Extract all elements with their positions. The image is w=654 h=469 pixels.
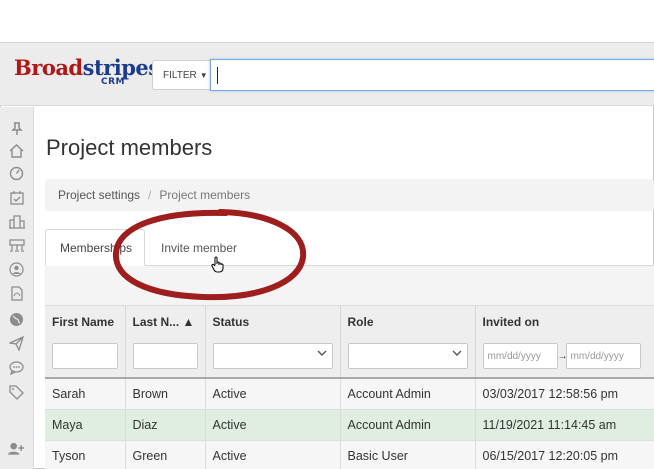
chat-icon[interactable] [8,359,25,376]
cell-last-name: Brown [125,378,206,410]
search-input[interactable] [210,59,654,91]
cell-last-name: Green [125,440,206,469]
home-icon[interactable] [8,142,25,159]
column-first-name[interactable]: First Name [45,306,126,379]
pin-icon[interactable] [8,120,25,137]
text-cursor [217,67,218,84]
dashboard-icon[interactable] [8,165,25,182]
hand-cursor-icon [211,256,225,277]
contacts-icon[interactable] [8,261,25,278]
column-last-name[interactable]: Last N... ▲ [125,306,206,379]
sidebar [0,107,34,469]
arrow-right-icon: → [557,350,568,362]
app-header: Broadstripes CRM FILTER ▼ [0,43,654,106]
first-name-filter-input[interactable] [52,343,118,369]
cell-invited-on: 11/19/2021 11:14:45 am [475,409,654,441]
top-band [0,0,654,43]
filter-button[interactable]: FILTER ▼ [152,60,210,90]
send-icon[interactable] [8,335,25,352]
tab-memberships[interactable]: Memberships [45,229,145,266]
brand-logo[interactable]: Broadstripes CRM [14,55,160,95]
cell-last-name: Diaz [125,409,206,441]
tab-invite-member[interactable]: Invite member [147,229,251,266]
table-row[interactable]: Sarah Brown Active Account Admin 03/03/2… [45,378,654,410]
cell-first-name: Sarah [45,378,126,410]
column-role[interactable]: Role [340,306,476,379]
column-status[interactable]: Status [205,306,341,379]
column-label: Role [347,315,374,329]
cell-status: Active [205,378,341,410]
caret-down-icon: ▼ [199,70,208,80]
breadcrumb-separator: / [148,188,152,202]
logo-text-a: Broad [14,55,83,80]
members-table: First Name Last N... ▲ Status Role Invit… [45,306,654,469]
last-name-filter-input[interactable] [132,343,198,369]
page-title: Project members [46,135,213,160]
column-invited-on[interactable]: Invited on mm/dd/yyyy → mm/dd/yyyy [475,306,654,379]
logo-sub: CRM [101,77,125,87]
table-row[interactable]: Tyson Green Active Basic User 06/15/2017… [45,440,654,469]
cell-first-name: Tyson [45,440,126,469]
cell-status: Active [205,440,341,469]
pdf-icon[interactable] [8,285,25,302]
members-table-panel: First Name Last N... ▲ Status Role Invit… [45,266,654,469]
buildings-icon[interactable] [8,213,25,230]
filter-label: FILTER [163,69,197,81]
role-filter-select[interactable] [347,343,468,369]
tag-icon[interactable] [8,384,25,401]
invited-from-date-input[interactable]: mm/dd/yyyy [482,343,558,369]
chevron-down-icon [317,349,327,360]
status-filter-select[interactable] [212,343,333,369]
globe-icon[interactable] [8,311,25,328]
cell-role: Account Admin [340,409,476,441]
cell-status: Active [205,409,341,441]
chevron-down-icon [452,349,462,360]
column-label: Status [212,315,250,329]
calendar-check-icon[interactable] [8,189,25,206]
invited-to-date-input[interactable]: mm/dd/yyyy [565,343,641,369]
cell-first-name: Maya [45,409,126,441]
column-label: Last N... ▲ [132,315,195,329]
breadcrumb-current: Project members [159,188,251,202]
breadcrumb-link-project-settings[interactable]: Project settings [58,188,140,202]
add-user-icon[interactable] [8,440,25,457]
table-toolbar [45,266,654,306]
cell-role: Account Admin [340,378,476,410]
table-row[interactable]: Maya Diaz Active Account Admin 11/19/202… [45,409,654,441]
cell-invited-on: 03/03/2017 12:58:56 pm [475,378,654,410]
org-chart-icon[interactable] [8,237,25,254]
table-header-row: First Name Last N... ▲ Status Role Invit… [45,306,654,379]
column-label: First Name [52,315,115,329]
cell-role: Basic User [340,440,476,469]
breadcrumb: Project settings / Project members [45,179,654,211]
tab-bar: Memberships Invite member [45,229,654,266]
column-label: Invited on [482,315,540,329]
cell-invited-on: 06/15/2017 12:20:05 pm [475,440,654,469]
